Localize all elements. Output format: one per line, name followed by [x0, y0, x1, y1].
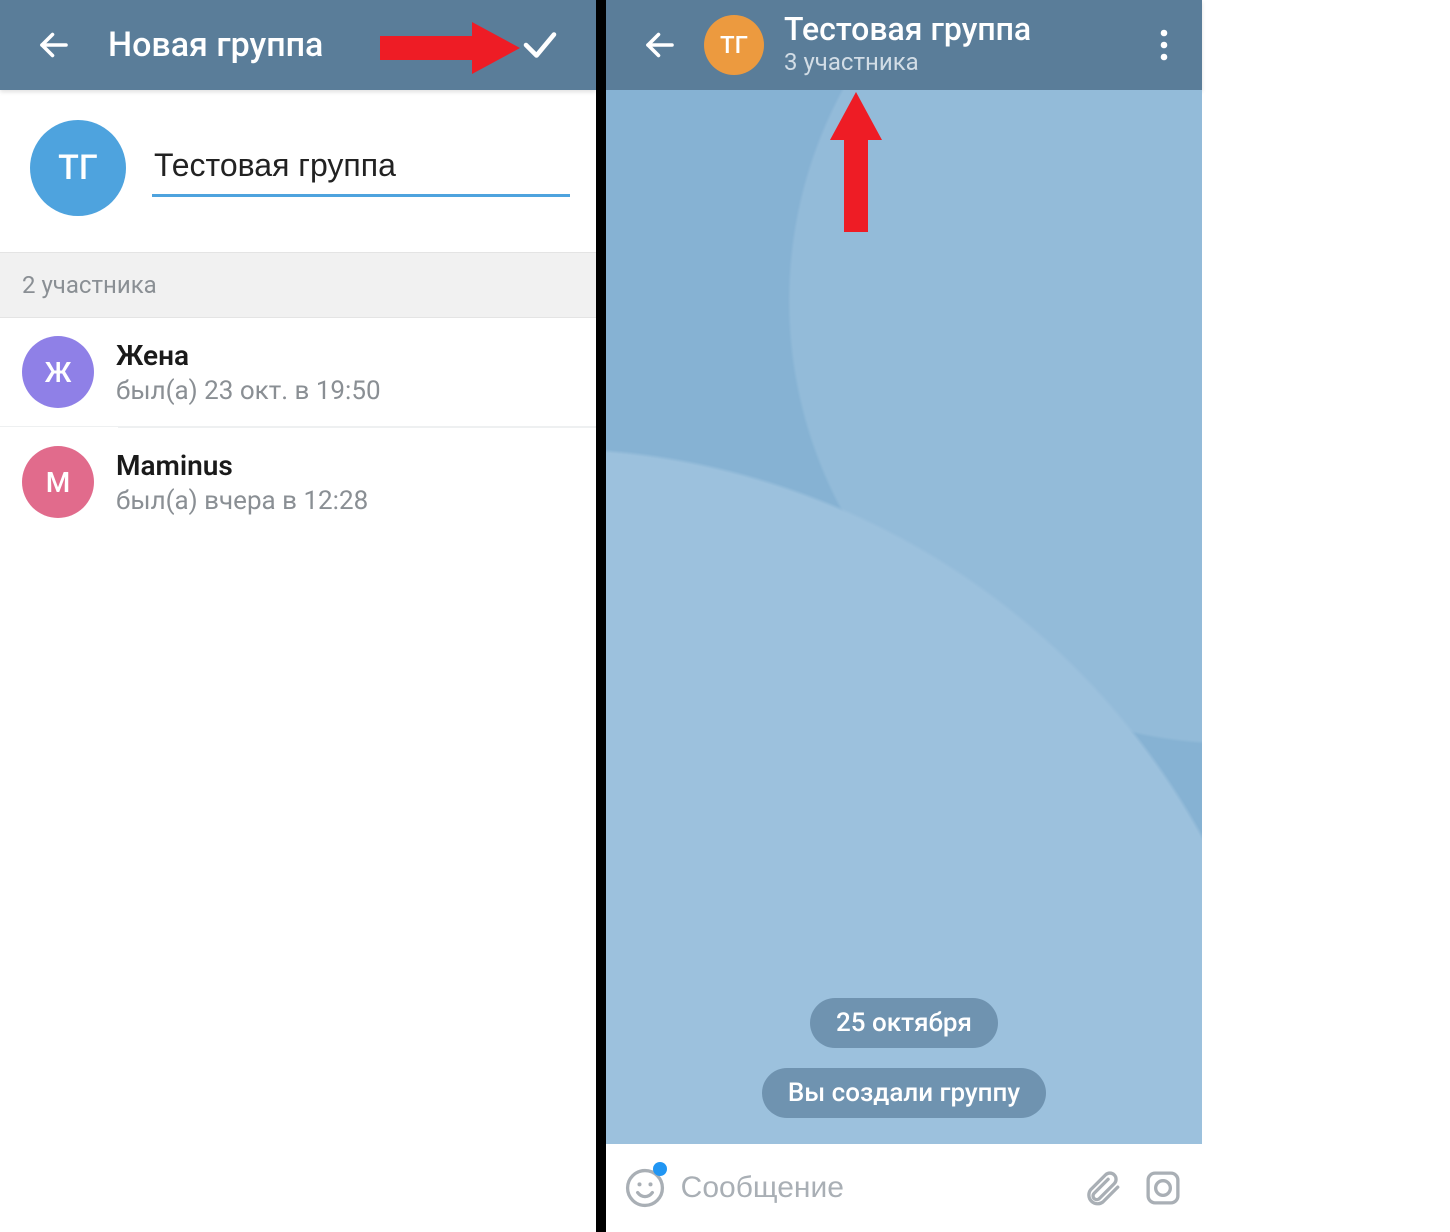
message-composer [606, 1144, 1202, 1232]
chat-avatar-initials: ТГ [720, 31, 748, 59]
check-icon [519, 24, 561, 66]
group-name-input[interactable] [152, 139, 570, 197]
group-avatar[interactable]: ТГ [30, 120, 126, 216]
camera-square-icon [1142, 1167, 1184, 1209]
more-options-button[interactable] [1136, 17, 1192, 73]
chat-title: Тестовая группа [784, 12, 1031, 47]
member-status: был(а) 23 окт. в 19:50 [116, 376, 381, 406]
chat-area[interactable]: 25 октября Вы создали группу [606, 90, 1202, 1144]
group-name-row: ТГ [0, 90, 596, 252]
member-name: Жена [116, 339, 381, 372]
group-chat-screen: ТГ Тестовая группа 3 участника [606, 0, 1202, 1232]
confirm-button[interactable] [510, 15, 570, 75]
emoji-button[interactable] [620, 1158, 671, 1218]
screenshot-divider [596, 0, 606, 1232]
member-status: был(а) вчера в 12:28 [116, 486, 368, 516]
system-message: Вы создали группу [762, 1068, 1046, 1118]
back-button[interactable] [30, 21, 78, 69]
attach-button[interactable] [1077, 1158, 1128, 1218]
member-avatar: M [22, 446, 94, 518]
member-avatar-initial: Ж [45, 356, 72, 389]
arrow-left-icon [642, 27, 678, 63]
chat-background [606, 90, 1202, 1144]
chat-avatar: ТГ [704, 15, 764, 75]
date-badge: 25 октября [810, 998, 998, 1048]
more-vertical-icon [1160, 29, 1168, 61]
member-name: Maminus [116, 449, 368, 482]
back-button[interactable] [636, 21, 684, 69]
group-avatar-initials: ТГ [58, 148, 98, 188]
topbar-right: ТГ Тестовая группа 3 участника [606, 0, 1202, 90]
member-row[interactable]: M Maminus был(а) вчера в 12:28 [0, 428, 596, 536]
chat-subtitle: 3 участника [784, 47, 1031, 78]
emoji-badge-dot [653, 1162, 667, 1176]
chat-header-info[interactable]: ТГ Тестовая группа 3 участника [704, 12, 1136, 78]
paperclip-icon [1081, 1167, 1123, 1209]
members-count-header: 2 участника [0, 252, 596, 318]
member-row[interactable]: Ж Жена был(а) 23 окт. в 19:50 [0, 318, 596, 427]
blank-area [1202, 0, 1450, 1232]
record-button[interactable] [1137, 1158, 1188, 1218]
message-input[interactable] [681, 1171, 1067, 1205]
member-avatar: Ж [22, 336, 94, 408]
chat-messages: 25 октября Вы создали группу [606, 998, 1202, 1118]
arrow-left-icon [36, 27, 72, 63]
members-list: Ж Жена был(а) 23 окт. в 19:50 M Maminus … [0, 318, 596, 536]
member-avatar-initial: M [46, 466, 71, 499]
new-group-screen: Новая группа ТГ 2 участника [0, 0, 596, 1232]
screen-title: Новая группа [108, 25, 510, 65]
topbar-left: Новая группа [0, 0, 596, 90]
